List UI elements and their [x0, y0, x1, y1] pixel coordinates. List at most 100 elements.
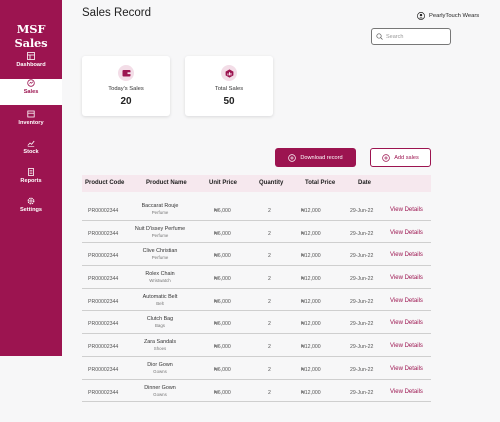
- sidebar-item-label: Settings: [19, 207, 43, 213]
- view-details-link[interactable]: View Details: [390, 320, 423, 326]
- product-category-cell: Perfume: [151, 255, 169, 261]
- total-price-cell: ₦12,000: [301, 276, 321, 283]
- table-row: PR00002344 Dinner Gown Gowns ₦6,000 2 ₦12,000…: [82, 380, 431, 403]
- table-row: PR00002344 Dior Gown Gowns ₦6,000 2 ₦12,000 29…: [82, 357, 431, 380]
- column-header: Unit Price: [209, 180, 238, 186]
- download-record-button[interactable]: Download record: [275, 148, 356, 167]
- product-code-cell: PR00002344: [88, 344, 119, 351]
- total-price-cell: ₦12,000: [301, 253, 321, 260]
- inventory-icon: [27, 110, 35, 118]
- product-code-cell: PR00002344: [88, 230, 119, 237]
- total-sales-label: Total Sales: [214, 86, 244, 92]
- quantity-cell: 2: [268, 298, 271, 305]
- sales-icon: [27, 79, 35, 87]
- sidebar-item-stock[interactable]: Stock: [0, 139, 62, 165]
- quantity-cell: 2: [268, 366, 271, 373]
- product-name-cell: Automatic Belt: [142, 293, 178, 300]
- product-category-cell: Gowns: [153, 368, 167, 374]
- date-cell: 29-Jun-22: [350, 230, 374, 237]
- table-row: PR00002344 Rolex Chain Wristwatch ₦6,000 2 ₦1…: [82, 266, 431, 289]
- unit-price-cell: ₦6,000: [214, 366, 231, 373]
- table-row: PR00002344 Baccarat Rouje Perfume ₦6,000 2 ₦1…: [82, 198, 431, 221]
- product-category-cell: Wristwatch: [149, 278, 171, 284]
- view-details-link[interactable]: View Details: [390, 252, 423, 258]
- todays-sales-label: Today's Sales: [108, 86, 144, 92]
- table-row: PR00002344 Clive Christian Perfume ₦6,000 2 ₦…: [82, 243, 431, 267]
- todays-sales-value: 20: [120, 96, 132, 107]
- sidebar-item-settings[interactable]: Settings: [0, 197, 62, 223]
- sidebar-item-dashboard[interactable]: Dashboard: [0, 52, 62, 78]
- date-cell: 29-Jun-22: [350, 389, 374, 396]
- product-code-cell: PR00002344: [88, 366, 119, 373]
- column-header: Quantity: [259, 180, 284, 186]
- download-record-label: Download record: [300, 154, 343, 161]
- unit-price-cell: ₦6,000: [214, 253, 231, 260]
- app-root: MSF Sales Dashboard Sales Inventory Stoc…: [0, 0, 500, 422]
- table-body: PR00002344 Baccarat Rouje Perfume ₦6,000 2 ₦1…: [82, 198, 431, 403]
- unit-price-cell: ₦6,000: [214, 298, 231, 305]
- table-row: PR00002344 Automatic Belt Belt ₦6,000 2 ₦12,0…: [82, 289, 431, 312]
- quantity-cell: 2: [268, 276, 271, 283]
- product-code-cell: PR00002344: [88, 298, 119, 305]
- table-header: Product Code Product Name Unit Price Qua…: [82, 175, 431, 192]
- view-details-link[interactable]: View Details: [390, 389, 423, 395]
- view-details-link[interactable]: View Details: [390, 366, 423, 372]
- unit-price-cell: ₦6,000: [214, 230, 231, 237]
- dashboard-icon: [27, 52, 35, 60]
- product-name-cell: Zara Sandals: [143, 339, 177, 346]
- quantity-cell: 2: [268, 230, 271, 237]
- plus-circle-icon: [382, 153, 390, 162]
- quantity-cell: 2: [268, 253, 271, 260]
- product-name-cell: Baccarat Rouje: [141, 203, 179, 209]
- date-cell: 29-Jun-22: [350, 253, 374, 260]
- sidebar-item-sales[interactable]: Sales: [0, 79, 62, 105]
- sidebar-item-label: Sales: [23, 89, 39, 95]
- product-category-cell: Perfume: [151, 232, 169, 238]
- date-cell: 29-Jun-22: [350, 321, 374, 328]
- user-menu[interactable]: PearlyTouch Wears: [417, 12, 479, 20]
- product-name-cell: Dior Gown: [147, 361, 173, 368]
- column-header: Product Code: [85, 180, 125, 186]
- user-avatar-icon: [417, 12, 425, 20]
- sidebar-item-label: Dashboard: [16, 62, 46, 68]
- sidebar-item-label: Inventory: [18, 120, 44, 126]
- search-input[interactable]: [386, 33, 446, 40]
- view-details-link[interactable]: View Details: [390, 275, 423, 281]
- product-name-cell: Clive Christian: [142, 248, 178, 255]
- date-cell: 29-Jun-22: [350, 208, 374, 214]
- table-row: PR00002344 Zara Sandals Shoes ₦6,000 2 ₦12,00…: [82, 334, 431, 357]
- reports-icon: [28, 168, 34, 176]
- column-header: Date: [358, 180, 372, 186]
- plus-circle-icon: [288, 153, 297, 162]
- date-cell: 29-Jun-22: [350, 366, 374, 373]
- search-box[interactable]: [371, 28, 451, 45]
- view-details-link[interactable]: View Details: [390, 230, 423, 236]
- quantity-cell: 2: [268, 389, 271, 396]
- add-sales-label: Add sales: [394, 154, 419, 161]
- unit-price-cell: ₦6,000: [214, 321, 231, 328]
- total-price-cell: ₦12,000: [301, 321, 321, 328]
- quantity-cell: 2: [268, 321, 271, 328]
- sidebar-item-inventory[interactable]: Inventory: [0, 110, 62, 136]
- total-price-cell: ₦12,000: [301, 298, 321, 305]
- total-sales-value: 50: [223, 96, 235, 107]
- view-details-link[interactable]: View Details: [390, 343, 423, 349]
- product-category-cell: Gowns: [153, 391, 167, 397]
- product-code-cell: PR00002344: [88, 208, 119, 214]
- total-price-cell: ₦12,000: [301, 389, 321, 396]
- unit-price-cell: ₦6,000: [214, 344, 231, 351]
- sidebar-item-label: Reports: [20, 178, 42, 184]
- quantity-cell: 2: [268, 344, 271, 351]
- product-name-cell: Dinner Gown: [144, 384, 176, 391]
- view-details-link[interactable]: View Details: [390, 298, 423, 304]
- chart-icon: [225, 68, 233, 78]
- unit-price-cell: ₦6,000: [214, 208, 231, 214]
- sidebar: MSF Sales Dashboard Sales Inventory Stoc…: [0, 0, 62, 356]
- view-details-link[interactable]: View Details: [390, 207, 423, 213]
- sidebar-item-reports[interactable]: Reports: [0, 168, 62, 194]
- add-sales-button[interactable]: Add sales: [370, 148, 431, 167]
- product-name-cell: Rolex Chain: [145, 271, 175, 278]
- todays-sales-card: Today's Sales 20: [82, 56, 170, 116]
- page-title: Sales Record: [82, 7, 152, 19]
- total-price-cell: ₦12,000: [301, 230, 321, 237]
